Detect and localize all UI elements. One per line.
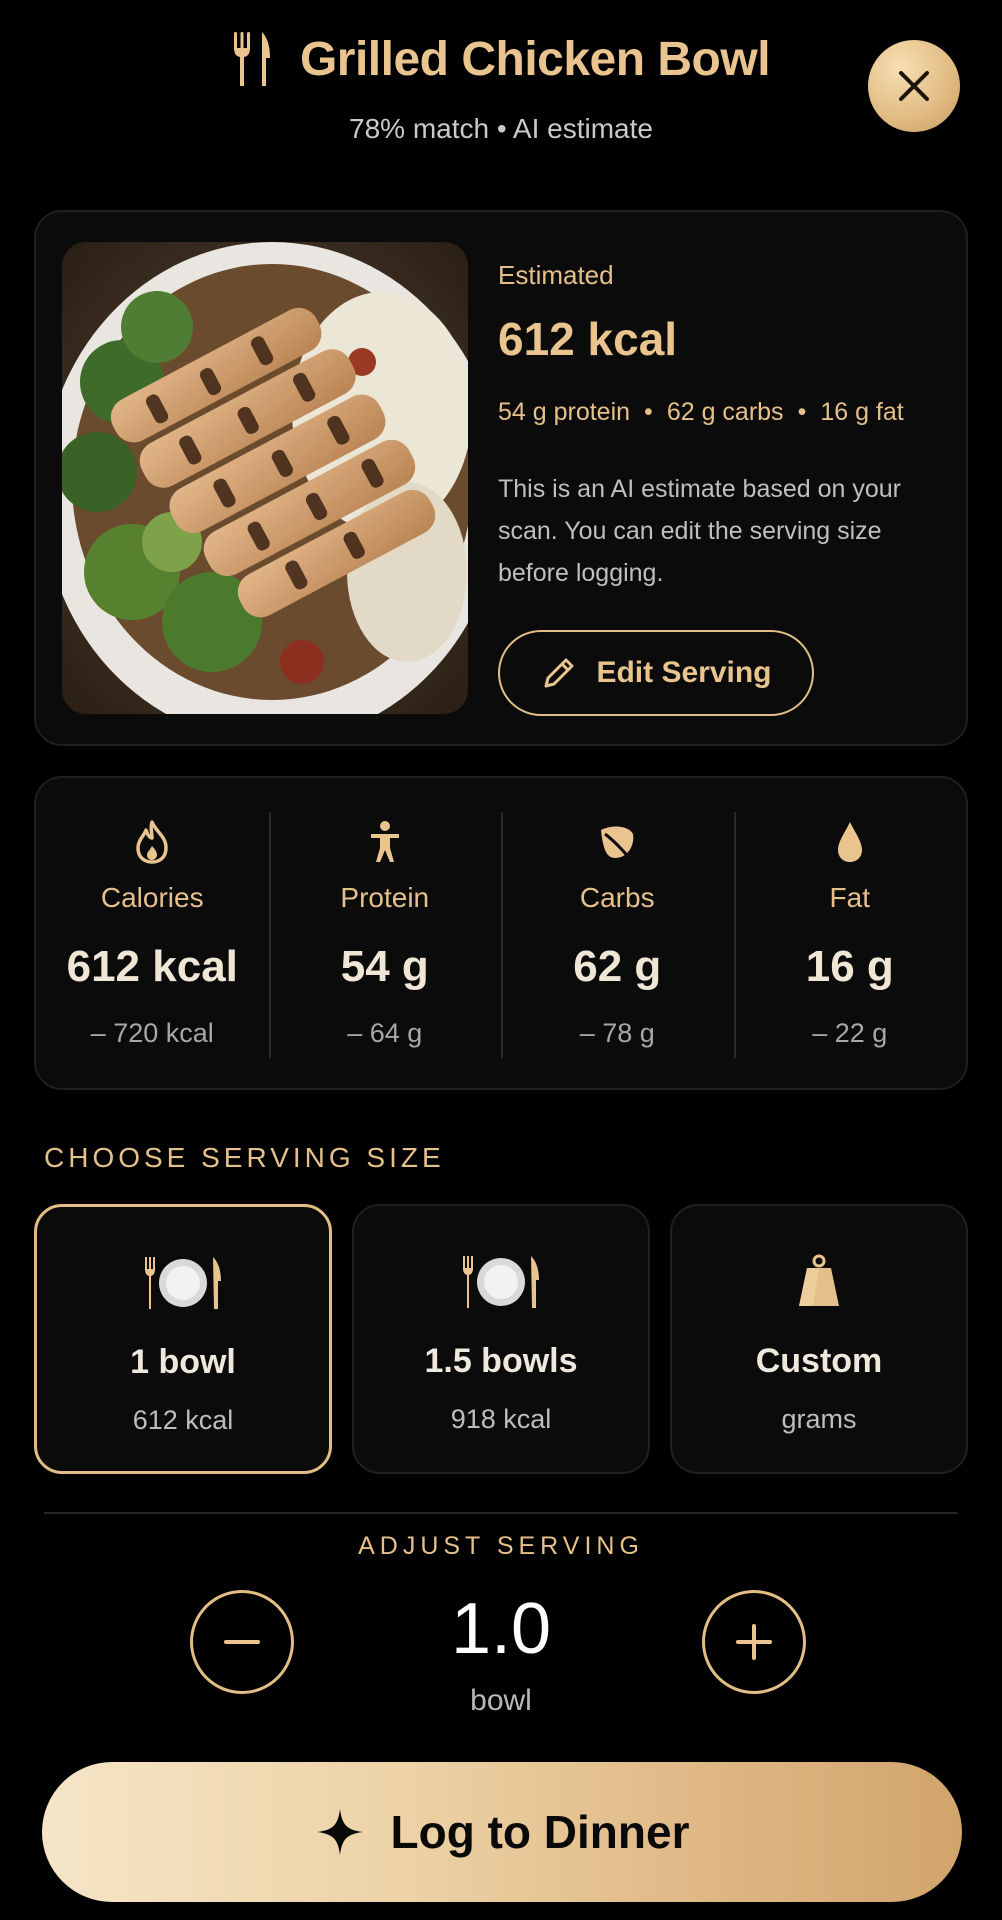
macro-protein: Protein 54 g – 64 g [268,778,502,1088]
person-icon [370,821,399,862]
edit-serving-label: Edit Serving [596,656,772,689]
pencil-icon [544,658,574,688]
fat-summary: 16 g fat [820,398,904,426]
ai-estimate-note: This is an AI estimate based on your sca… [498,475,901,587]
macro-name: Protein [340,882,430,913]
macro-target: – 64 g [347,1018,423,1048]
carbs-summary: 62 g carbs [666,398,784,426]
flame-icon [136,820,168,864]
estimated-kcal: 612 kcal [498,313,678,365]
protein-summary: 54 g protein [498,398,631,426]
meal-detail-screen: Grilled Chicken Bowl 78% match • AI esti… [0,0,1002,1920]
macro-value: 612 kcal [66,942,238,991]
macro-value: 54 g [340,942,429,991]
macro-name: Fat [829,882,870,913]
serving-option-name: Custom [755,1342,883,1380]
fork-knife-icon [233,32,270,86]
macro-target: – 22 g [812,1018,888,1048]
serving-option-name: 1.5 bowls [424,1342,578,1380]
leaf-icon [601,826,634,861]
serving-option-1-bowl[interactable]: 1 bowl 612 kcal [34,1204,332,1474]
close-button[interactable] [868,40,960,132]
serving-section-label: CHOOSE SERVING SIZE [44,1142,445,1173]
title-row: Grilled Chicken Bowl [0,30,1002,88]
serving-unit: bowl [470,1684,532,1717]
food-summary-card: Estimated 612 kcal 54 g protein • 62 g car… [34,210,968,746]
macro-value: 62 g [573,942,662,991]
close-icon [899,71,929,101]
macro-summary: 54 g protein • 62 g carbs • 16 g fat [498,398,904,427]
macro-value: 16 g [805,942,894,991]
macro-calories: Calories 612 kcal – 720 kcal [36,778,269,1088]
page-title: Grilled Chicken Bowl [299,32,771,86]
divider [44,1512,958,1514]
plate-icon [463,1256,539,1308]
drop-icon [837,822,862,862]
macro-name: Carbs [579,882,655,913]
serving-option-name: 1 bowl [130,1343,236,1381]
macro-carbs: Carbs 62 g – 78 g [501,778,734,1088]
macro-fat: Fat 16 g – 22 g [733,778,967,1088]
food-photo [62,242,468,714]
serving-option-unit: grams [781,1404,857,1434]
log-to-dinner-button[interactable]: Log to Dinner [42,1762,962,1902]
plate-icon [145,1257,221,1309]
separator-dot: • [644,398,653,426]
serving-option-kcal: 918 kcal [450,1404,552,1434]
adjust-serving-label: ADJUST SERVING [358,1532,644,1560]
plus-icon [736,1624,772,1660]
separator-dot: • [797,398,807,426]
sparkle-icon [316,1809,363,1855]
serving-amount: 1.0 [450,1589,552,1669]
log-button-label: Log to Dinner [390,1806,690,1858]
macro-target: – 720 kcal [90,1018,214,1048]
serving-option-custom[interactable]: Custom grams [670,1204,968,1474]
serving-option-1-5-bowls[interactable]: 1.5 bowls 918 kcal [352,1204,650,1474]
match-subtitle: 78% match • AI estimate [349,113,653,144]
weight-icon [799,1254,839,1306]
macro-target: – 78 g [579,1018,655,1048]
macro-name: Calories [100,882,204,913]
serving-option-kcal: 612 kcal [132,1405,234,1435]
estimated-label: Estimated [498,260,614,290]
edit-serving-button[interactable]: Edit Serving [498,630,814,716]
macros-card: Calories 612 kcal – 720 kcal Protein 54 … [34,776,968,1090]
increase-serving-button[interactable] [702,1590,806,1694]
